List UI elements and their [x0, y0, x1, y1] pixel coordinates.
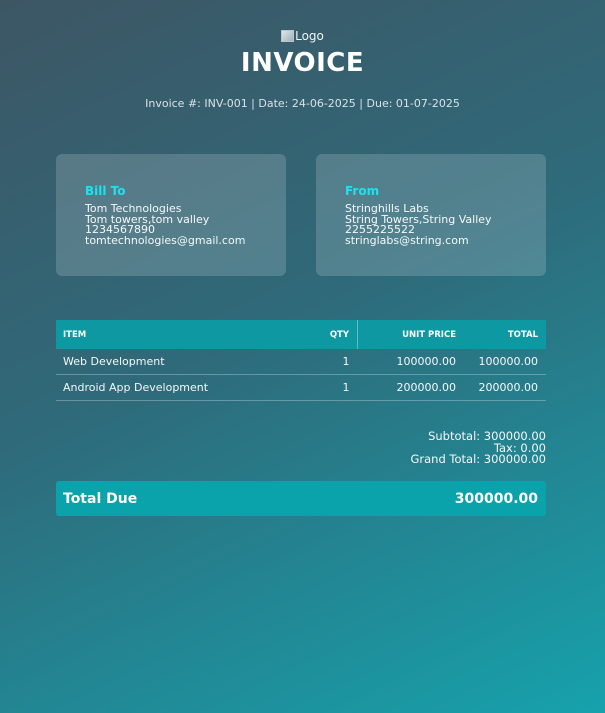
total-due-label: Total Due: [63, 490, 138, 507]
row-unit-price: 100000.00: [357, 349, 464, 375]
header-item: ITEM: [56, 320, 301, 349]
table-row: Web Development 1 100000.00 100000.00: [56, 349, 546, 375]
header-total: TOTAL: [464, 320, 546, 349]
grand-total: Grand Total: 300000.00: [410, 452, 546, 466]
row-item: Android App Development: [56, 374, 301, 401]
items-table: ITEM QTY UNIT PRICE TOTAL Web Developmen…: [56, 320, 546, 401]
invoice-page: Logo INVOICE Invoice #: INV-001 | Date: …: [0, 0, 605, 713]
header-qty: QTY: [301, 320, 358, 349]
broken-image-icon: [281, 30, 295, 42]
from-heading: From: [345, 184, 380, 198]
from-card: From Stringhills Labs String Towers,Stri…: [316, 154, 546, 276]
bill-to-card: Bill To Tom Technologies Tom towers,tom …: [56, 154, 286, 276]
row-unit-price: 200000.00: [357, 374, 464, 401]
invoice-title: INVOICE: [240, 48, 365, 78]
row-total: 100000.00: [464, 349, 546, 375]
row-item: Web Development: [56, 349, 301, 375]
bill-to-heading: Bill To: [85, 184, 126, 198]
table-header-row: ITEM QTY UNIT PRICE TOTAL: [56, 320, 546, 349]
invoice-meta: Invoice #: INV-001 | Date: 24-06-2025 | …: [145, 97, 460, 110]
totals-block: Subtotal: 300000.00 Tax: 0.00 Grand Tota…: [410, 430, 546, 466]
header-unit-price: UNIT PRICE: [357, 320, 464, 349]
total-due-bar: Total Due 300000.00: [56, 481, 546, 516]
bill-to-email: tomtechnologies@gmail.com: [85, 233, 246, 247]
row-total: 200000.00: [464, 374, 546, 401]
logo-alt-text: Logo: [295, 29, 324, 43]
table-row: Android App Development 1 200000.00 2000…: [56, 374, 546, 401]
row-qty: 1: [301, 349, 358, 375]
row-qty: 1: [301, 374, 358, 401]
from-email: stringlabs@string.com: [345, 233, 469, 247]
total-due-value: 300000.00: [454, 490, 538, 507]
logo: Logo: [0, 29, 605, 43]
